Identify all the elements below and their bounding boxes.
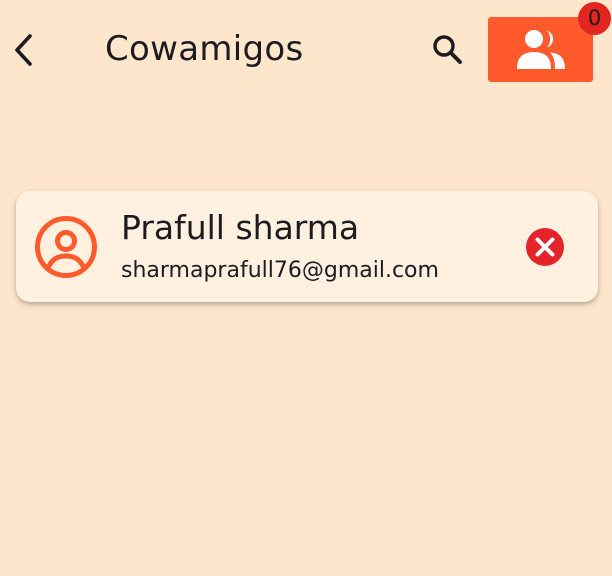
user-card[interactable]: Prafull sharma sharmaprafull76@gmail.com — [16, 191, 598, 302]
back-button[interactable] — [4, 28, 44, 72]
page-title: Cowamigos — [105, 29, 304, 69]
friends-button[interactable] — [488, 17, 593, 82]
account-circle-icon — [35, 216, 97, 278]
user-name: Prafull sharma — [121, 208, 360, 247]
friend-request-badge: 0 — [578, 2, 611, 35]
remove-circle-icon[interactable] — [524, 226, 566, 268]
chevron-left-icon — [15, 34, 32, 66]
search-button[interactable] — [426, 30, 470, 70]
group-icon — [516, 29, 565, 69]
user-email: sharmaprafull76@gmail.com — [121, 258, 439, 283]
app-bar: Cowamigos 0 — [0, 0, 612, 100]
search-icon — [433, 35, 462, 64]
